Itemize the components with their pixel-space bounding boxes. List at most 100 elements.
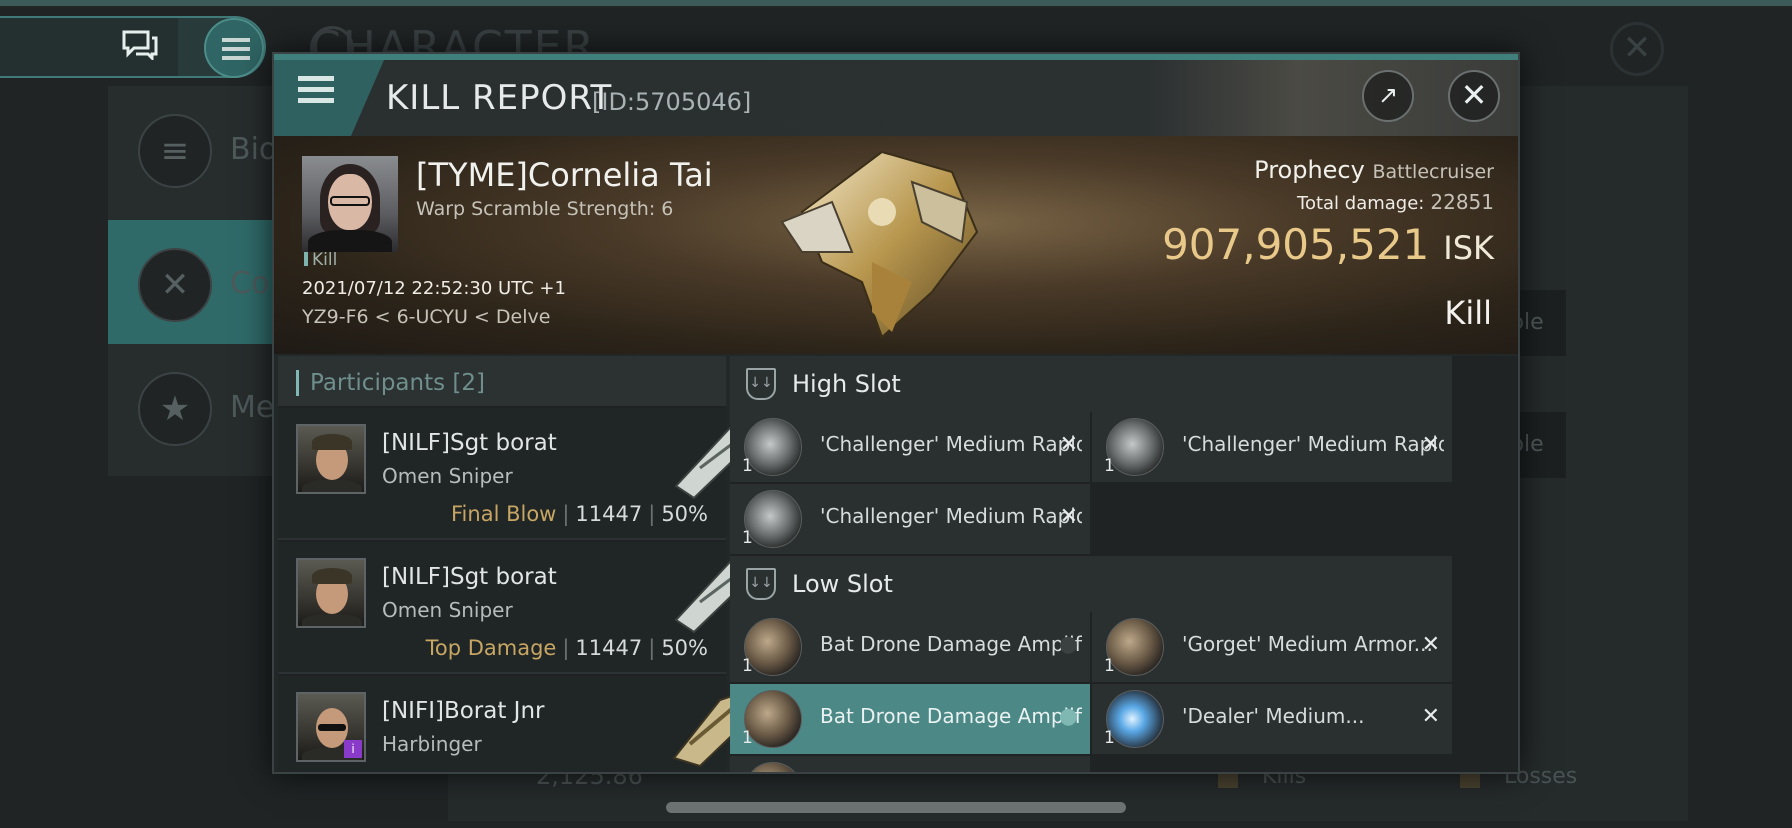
isk-unit: ISK (1443, 229, 1494, 267)
participant-percent: 50% (661, 636, 708, 660)
victim-portrait[interactable] (302, 156, 398, 252)
module-quantity: 1 (742, 656, 753, 676)
participant-row[interactable]: [NILF]Sgt borat Omen Sniper Final Blow | 1… (278, 408, 756, 540)
kill-tag: Kill (304, 250, 337, 270)
module-item[interactable] (730, 756, 1090, 772)
victim-ship-image[interactable] (762, 142, 1002, 342)
ship-name: Prophecy (1254, 156, 1365, 184)
participant-stats: Final Blow | 11447 | 50% (451, 502, 708, 526)
module-name: 'Challenger' Medium Rapid... (820, 432, 1082, 456)
participant-row[interactable]: i [NIFI]Borat Jnr Harbinger (278, 676, 758, 772)
menu-icon (222, 38, 250, 42)
participant-percent: 50% (661, 502, 708, 526)
participant-ship: Omen Sniper (382, 598, 513, 622)
participant-name: [NILF]Sgt borat (382, 564, 557, 590)
module-name: Bat Drone Damage Amplifier (820, 632, 1082, 656)
participant-ship: Harbinger (382, 732, 482, 756)
participant-row[interactable]: [NILF]Sgt borat Omen Sniper Top Damage | 1… (278, 542, 756, 674)
module-quantity: 1 (1104, 728, 1115, 748)
crossed-swords-icon: ✕ (138, 248, 212, 322)
module-quantity: 1 (742, 528, 753, 548)
participant-ship: Omen Sniper (382, 464, 513, 488)
high-slot-icon: ↓↓ (746, 368, 776, 400)
kill-tag-label: Kill (312, 250, 338, 270)
background-close-button[interactable]: ✕ (1610, 22, 1664, 76)
fitting-panel: ↓↓ High Slot 1 'Challenger' Medium Rapid… (730, 356, 1518, 772)
victim-detail: Warp Scramble Strength: 6 (416, 198, 674, 220)
avatar (296, 558, 366, 628)
victim-banner: [TYME]Cornelia Tai Warp Scramble Strengt… (274, 136, 1518, 354)
participants-panel: Participants [2] [NILF]Sgt borat Omen Sn… (278, 356, 758, 772)
participants-count: [2] (452, 370, 486, 396)
kill-location[interactable]: YZ9-F6 < 6-UCYU < Delve (302, 306, 550, 328)
module-quantity: 1 (1104, 656, 1115, 676)
high-slot-header: ↓↓ High Slot (730, 356, 1452, 412)
participant-damage: 11447 (575, 636, 643, 660)
top-accent-line (0, 0, 1792, 6)
participant-name: [NIFI]Borat Jnr (382, 698, 545, 724)
module-name: 'Challenger' Medium Rapid... (820, 504, 1082, 528)
module-quantity: 1 (1104, 456, 1115, 476)
avatar (296, 424, 366, 494)
module-name: 'Challenger' Medium Rapid... (1182, 432, 1444, 456)
low-slot-icon: ↓↓ (746, 568, 776, 600)
isk-amount: 907,905,521 (1162, 220, 1430, 269)
avatar: i (296, 692, 366, 762)
total-damage-value: 22851 (1430, 190, 1494, 214)
top-damage-label: Top Damage (425, 636, 557, 660)
participant-stats: Top Damage | 11447 | 50% (425, 636, 708, 660)
participant-damage: 11447 (575, 502, 643, 526)
low-slot-title: Low Slot (792, 570, 893, 598)
participants-header: Participants [2] (278, 356, 726, 406)
participants-title: Participants (310, 370, 446, 396)
report-result: Kill (1444, 294, 1492, 332)
bg-menu-label: Me (230, 390, 275, 425)
close-icon: ✕ (1460, 76, 1488, 114)
dropped-icon: ● (1058, 704, 1078, 729)
module-item[interactable]: 1 'Challenger' Medium Rapid... ✕ (730, 484, 1090, 554)
kill-timestamp: 2021/07/12 22:52:30 UTC +1 (302, 278, 566, 299)
module-name: Bat Drone Damage Amplifier (820, 704, 1082, 728)
module-name: 'Gorget' Medium Armor... (1182, 632, 1433, 656)
module-item[interactable]: 1 Bat Drone Damage Amplifier ● (730, 684, 1090, 754)
drone-amplifier-icon (744, 762, 802, 772)
share-button[interactable]: ↗ (1362, 70, 1414, 122)
destroyed-icon: ✕ (1059, 504, 1078, 529)
module-name: 'Dealer' Medium... (1182, 704, 1365, 728)
module-quantity: 1 (742, 456, 753, 476)
info-badge-icon: i (344, 740, 362, 758)
scrollbar[interactable] (666, 802, 1126, 813)
menu-icon (298, 76, 334, 81)
external-link-icon: ↗ (1377, 81, 1399, 109)
module-item[interactable]: 1 Bat Drone Damage Amplifier ● (730, 612, 1090, 682)
kill-report-modal: KILL REPORT [ID:5705046] ↗ ✕ [TYME]Corne… (272, 52, 1520, 774)
destroyed-icon: ✕ (1421, 632, 1440, 657)
high-slot-title: High Slot (792, 370, 901, 398)
destroyed-icon: ✕ (1421, 432, 1440, 457)
destroyed-icon: ✕ (1059, 432, 1078, 457)
module-item[interactable]: 1 'Challenger' Medium Rapid... ✕ (730, 412, 1090, 482)
total-damage-label: Total damage: (1297, 193, 1425, 214)
destroyed-icon: ✕ (1421, 704, 1440, 729)
module-item[interactable]: 1 'Challenger' Medium Rapid... ✕ (1092, 412, 1452, 482)
module-quantity: 1 (742, 728, 753, 748)
module-item[interactable]: 1 'Gorget' Medium Armor... ✕ (1092, 612, 1452, 682)
total-damage: Total damage: 22851 (1297, 190, 1494, 214)
final-blow-label: Final Blow (451, 502, 557, 526)
kill-report-id: [ID:5705046] (592, 88, 752, 116)
low-slot-header: ↓↓ Low Slot (730, 556, 1452, 612)
module-item[interactable]: 1 'Dealer' Medium... ✕ (1092, 684, 1452, 754)
victim-ship[interactable]: Prophecy Battlecruiser (1254, 156, 1494, 184)
chat-icon (122, 30, 158, 60)
menu-icon: ≡ (138, 114, 212, 188)
main-menu-button[interactable] (204, 18, 264, 78)
isk-value: 907,905,521 ISK (1162, 220, 1494, 269)
ship-class: Battlecruiser (1372, 161, 1494, 183)
bg-menu-label: Bio (230, 132, 278, 167)
victim-name[interactable]: [TYME]Cornelia Tai (416, 156, 713, 194)
close-button[interactable]: ✕ (1448, 70, 1500, 122)
star-badge-icon: ★ (138, 372, 212, 446)
bg-menu-label: Co (230, 266, 270, 301)
modal-title: KILL REPORT (386, 78, 613, 118)
dropped-icon: ● (1058, 632, 1078, 657)
